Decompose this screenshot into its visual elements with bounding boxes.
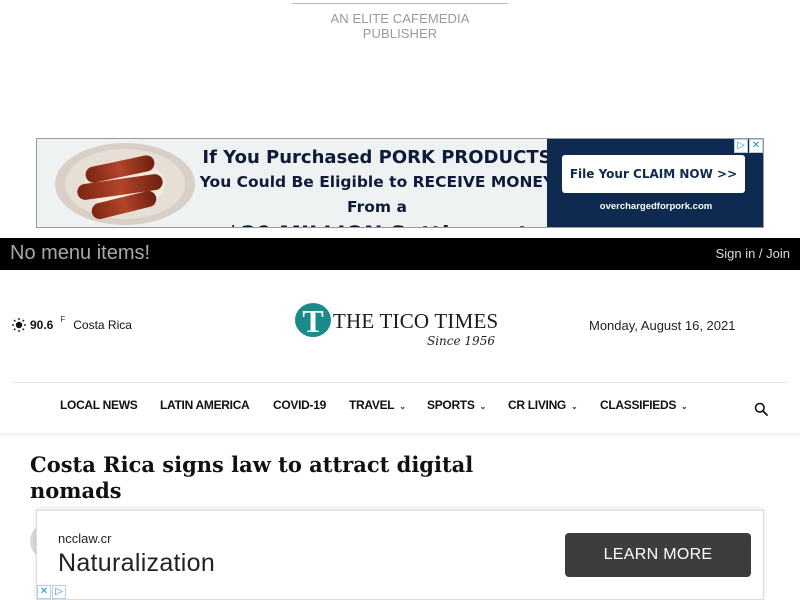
ad-line-1: If You Purchased PORK PRODUCTS [202,147,552,168]
nav-label: LOCAL NEWS [60,398,138,412]
publisher-note: AN ELITE CAFEMEDIA PUBLISHER [292,3,508,41]
adchoices-icon[interactable]: ▷ [734,139,748,153]
nav-label: SPORTS [427,398,475,412]
file-claim-button[interactable]: File Your CLAIM NOW >> [562,155,745,193]
logo-badge: T [295,303,331,339]
nav-item-cr-living[interactable]: CR LIVING ⌄ [508,398,578,412]
ad-headline: Naturalization [58,549,216,577]
ad-url[interactable]: overchargedforpork.com [547,201,763,212]
bottom-sticky-ad[interactable]: ncclaw.cr Naturalization LEARN MORE [36,510,764,600]
chevron-down-icon: ⌄ [399,402,406,411]
nav-label: LATIN AMERICA [160,398,250,412]
nav-item-classifieds[interactable]: CLASSIFIEDS ⌄ [600,398,688,412]
nav-label: CLASSIFIEDS [600,398,677,412]
sign-in-join-link[interactable]: Sign in / Join [716,246,790,261]
main-nav: LOCAL NEWS LATIN AMERICA COVID-19 TRAVEL… [0,383,800,433]
nav-item-travel[interactable]: TRAVEL ⌄ [349,398,406,412]
chevron-down-icon: ⌄ [479,402,487,411]
temperature: 90.6 [30,318,54,332]
ad-headline: If You Purchased PORK PRODUCTS You Could… [187,145,567,227]
logo-name: THE TICO TIMES [333,309,499,333]
learn-more-button[interactable]: LEARN MORE [565,533,751,577]
no-menu-items-text: No menu items! [10,242,151,264]
logo-tagline: Since 1956 [427,334,495,348]
top-banner-ad[interactable]: If You Purchased PORK PRODUCTS You Could… [36,138,764,228]
pork-image [55,143,195,225]
search-icon[interactable] [754,402,768,416]
current-date: Monday, August 16, 2021 [589,318,736,333]
chevron-down-icon: ⌄ [570,402,578,411]
nav-item-covid-19[interactable]: COVID-19 [273,398,326,412]
nav-item-latin-america[interactable]: LATIN AMERICA [160,398,250,412]
site-logo[interactable]: T THE TICO TIMES Since 1956 [295,302,505,350]
nav-label: COVID-19 [273,398,326,412]
article-title: Costa Rica signs law to attract digital … [30,452,474,503]
nav-label: TRAVEL [349,398,395,412]
chevron-down-icon: ⌄ [681,402,688,411]
ad-line-2: You Could Be Eligible to RECEIVE MONEY F… [199,173,555,216]
close-ad-icon[interactable]: ✕ [749,139,763,153]
sun-icon [12,318,26,332]
temperature-unit: F [60,314,66,324]
adchoices-icon[interactable]: ▷ [52,585,66,599]
close-ad-icon[interactable]: ✕ [37,585,51,599]
top-bar: No menu items! Sign in / Join [0,238,800,270]
ad-line-3: $20 MILLION Settlement [187,220,567,227]
nav-item-local-news[interactable]: LOCAL NEWS [60,398,138,412]
page: AN ELITE CAFEMEDIA PUBLISHER If You Purc… [0,0,800,600]
nav-item-sports[interactable]: SPORTS ⌄ [427,398,486,412]
nav-label: CR LIVING [508,398,566,412]
weather-location: Costa Rica [73,318,132,332]
ad-domain: ncclaw.cr [58,531,112,546]
weather-widget: 90.6 F Costa Rica [12,314,132,332]
